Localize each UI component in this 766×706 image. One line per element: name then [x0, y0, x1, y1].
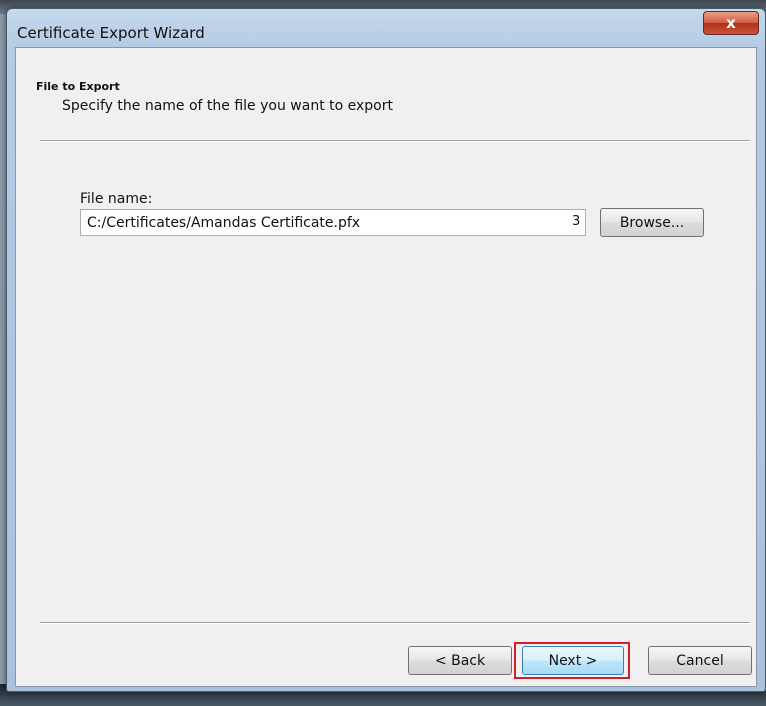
title-bar[interactable]: Certificate Export Wizard x	[7, 9, 765, 47]
cancel-button[interactable]: Cancel	[648, 646, 752, 675]
wizard-window: Certificate Export Wizard x File to Expo…	[6, 8, 766, 692]
footer-divider	[40, 622, 750, 624]
next-button[interactable]: Next >	[522, 646, 624, 675]
wizard-client-area: File to Export Specify the name of the f…	[15, 47, 757, 687]
header-divider	[40, 140, 750, 142]
close-button[interactable]: x	[703, 11, 759, 35]
browse-button[interactable]: Browse...	[600, 208, 704, 237]
file-name-label: File name:	[80, 191, 153, 207]
page-title: File to Export	[36, 80, 120, 93]
window-title: Certificate Export Wizard	[17, 24, 205, 42]
file-name-input[interactable]	[80, 209, 586, 236]
close-icon: x	[726, 14, 736, 32]
file-name-overflow-text: 3	[572, 214, 581, 229]
page-subtitle: Specify the name of the file you want to…	[62, 98, 393, 114]
back-button[interactable]: < Back	[408, 646, 512, 675]
